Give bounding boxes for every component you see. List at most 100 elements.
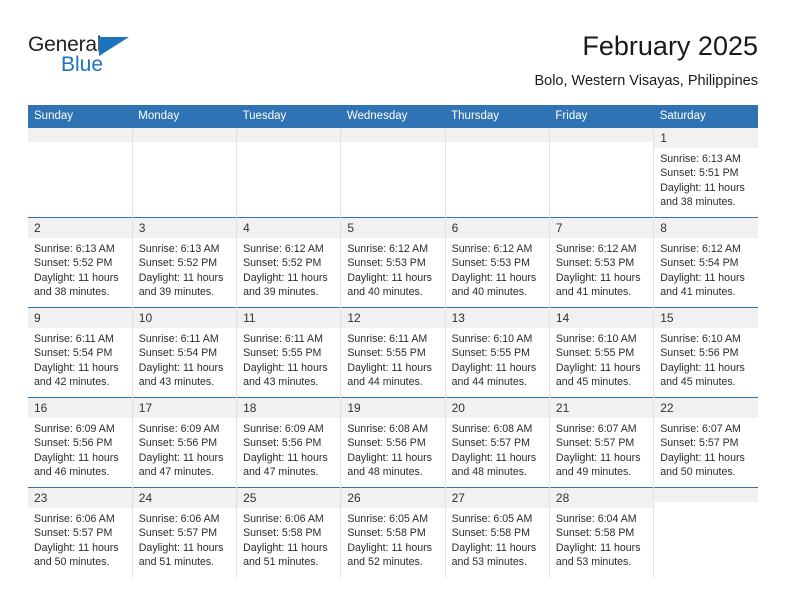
sunset-text: Sunset: 5:57 PM (451, 437, 530, 450)
day-details: Sunrise: 6:08 AM Sunset: 5:56 PM Daylight:… (341, 418, 444, 479)
calendar-day-cell[interactable]: 27 Sunrise: 6:05 AM Sunset: 5:58 PM Dayligh… (444, 487, 550, 578)
daylight-text-line2: and 51 minutes. (243, 555, 319, 568)
calendar-day-cell[interactable]: 14 Sunrise: 6:10 AM Sunset: 5:55 PM Dayligh… (548, 307, 654, 398)
calendar-day-cell[interactable]: 18 Sunrise: 6:09 AM Sunset: 5:56 PM Dayligh… (236, 397, 341, 488)
daylight-text-line2: and 41 minutes. (555, 285, 632, 298)
calendar-day-cell[interactable]: 4 Sunrise: 6:12 AM Sunset: 5:52 PM Daylight… (236, 217, 341, 308)
calendar-day-cell[interactable]: 16 Sunrise: 6:09 AM Sunset: 5:56 PM Dayligh… (28, 397, 133, 488)
daylight-text-line2: and 47 minutes. (138, 465, 215, 478)
calendar-day-cell[interactable]: 25 Sunrise: 6:06 AM Sunset: 5:58 PM Dayligh… (236, 487, 341, 578)
sunrise-text: Sunrise: 6:11 AM (347, 333, 428, 345)
sunrise-text: Sunrise: 6:08 AM (347, 423, 429, 435)
calendar-day-cell[interactable]: 13 Sunrise: 6:10 AM Sunset: 5:55 PM Dayligh… (444, 307, 550, 398)
daylight-text-line2: and 48 minutes. (451, 465, 528, 478)
calendar-day-cell[interactable]: 8 Sunrise: 6:12 AM Sunset: 5:54 PM Daylight… (653, 217, 758, 308)
day-details: Sunrise: 6:10 AM Sunset: 5:56 PM Daylight:… (654, 328, 758, 389)
sunset-text: Sunset: 5:53 PM (347, 257, 426, 270)
calendar-week-row: 23 Sunrise: 6:06 AM Sunset: 5:57 PM Dayligh… (28, 487, 758, 578)
day-number: 23 (28, 488, 132, 508)
daylight-text-line2: and 44 minutes. (451, 375, 528, 388)
sunrise-text: Sunrise: 6:06 AM (138, 513, 220, 525)
day-details: Sunrise: 6:06 AM Sunset: 5:57 PM Daylight:… (28, 508, 132, 569)
calendar-day-cell[interactable]: 23 Sunrise: 6:06 AM Sunset: 5:57 PM Dayligh… (28, 487, 133, 578)
daylight-text-line2: and 40 minutes. (451, 285, 528, 298)
calendar-day-cell[interactable]: 20 Sunrise: 6:08 AM Sunset: 5:57 PM Dayligh… (444, 397, 550, 488)
daylight-text-line1: Daylight: 11 hours (243, 451, 328, 464)
calendar-day-cell[interactable]: 12 Sunrise: 6:11 AM Sunset: 5:55 PM Dayligh… (340, 307, 446, 398)
day-number: 25 (237, 488, 341, 508)
calendar-day-cell[interactable]: 17 Sunrise: 6:09 AM Sunset: 5:56 PM Dayligh… (131, 397, 237, 488)
calendar-day-cell[interactable]: 2 Sunrise: 6:13 AM Sunset: 5:52 PM Daylight… (28, 217, 133, 308)
sunrise-text: Sunrise: 6:10 AM (451, 333, 533, 345)
daylight-text-line1: Daylight: 11 hours (34, 451, 119, 464)
calendar-day-cell-empty (340, 127, 446, 218)
day-details: Sunrise: 6:13 AM Sunset: 5:51 PM Daylight:… (654, 148, 758, 209)
day-number: 14 (549, 308, 654, 328)
sunrise-text: Sunrise: 6:13 AM (138, 243, 220, 255)
sunset-text: Sunset: 5:57 PM (138, 527, 218, 540)
calendar-week-row: 9 Sunrise: 6:11 AM Sunset: 5:54 PM Daylight… (28, 307, 758, 398)
day-number: 11 (237, 308, 341, 328)
calendar-day-cell[interactable]: 22 Sunrise: 6:07 AM Sunset: 5:57 PM Dayligh… (653, 397, 758, 488)
sunset-text: Sunset: 5:57 PM (555, 437, 635, 450)
calendar-day-cell[interactable]: 10 Sunrise: 6:11 AM Sunset: 5:54 PM Dayligh… (131, 307, 237, 398)
day-number: 21 (549, 398, 654, 418)
calendar-day-cell[interactable]: 9 Sunrise: 6:11 AM Sunset: 5:54 PM Daylight… (28, 307, 133, 398)
sunrise-text: Sunrise: 6:10 AM (555, 333, 637, 345)
day-number: 22 (654, 398, 758, 418)
sunrise-text: Sunrise: 6:09 AM (243, 423, 324, 435)
calendar-day-cell-empty (653, 487, 758, 578)
calendar-day-cell-empty (131, 127, 237, 218)
calendar-day-cell[interactable]: 6 Sunrise: 6:12 AM Sunset: 5:53 PM Daylight… (444, 217, 550, 308)
calendar-day-cell[interactable]: 15 Sunrise: 6:10 AM Sunset: 5:56 PM Dayligh… (653, 307, 758, 398)
day-details: Sunrise: 6:11 AM Sunset: 5:54 PM Daylight:… (133, 328, 236, 389)
daylight-text-line1: Daylight: 11 hours (347, 541, 432, 554)
weekday-header-wednesday: Wednesday (340, 105, 446, 128)
day-details: Sunrise: 6:07 AM Sunset: 5:57 PM Daylight:… (654, 418, 758, 479)
daylight-text-line2: and 47 minutes. (243, 465, 319, 478)
calendar-day-cell[interactable]: 24 Sunrise: 6:06 AM Sunset: 5:57 PM Dayligh… (131, 487, 237, 578)
sunset-text: Sunset: 5:56 PM (34, 437, 113, 450)
sunset-text: Sunset: 5:55 PM (243, 347, 322, 360)
daylight-text-line1: Daylight: 11 hours (555, 541, 641, 554)
page-header: General Blue February 2025 Bolo, Western… (28, 30, 758, 98)
daylight-text-line1: Daylight: 11 hours (660, 451, 745, 464)
day-details: Sunrise: 6:09 AM Sunset: 5:56 PM Daylight:… (28, 418, 132, 479)
sunset-text: Sunset: 5:52 PM (34, 257, 113, 270)
daylight-text-line1: Daylight: 11 hours (243, 271, 328, 284)
day-number: 19 (341, 398, 445, 418)
daylight-text-line1: Daylight: 11 hours (555, 361, 641, 374)
calendar-day-cell[interactable]: 19 Sunrise: 6:08 AM Sunset: 5:56 PM Dayligh… (340, 397, 446, 488)
calendar-day-cell[interactable]: 28 Sunrise: 6:04 AM Sunset: 5:58 PM Dayligh… (548, 487, 654, 578)
calendar-day-cell[interactable]: 26 Sunrise: 6:05 AM Sunset: 5:58 PM Dayligh… (340, 487, 446, 578)
calendar-day-cell[interactable]: 21 Sunrise: 6:07 AM Sunset: 5:57 PM Dayligh… (548, 397, 654, 488)
calendar-day-cell[interactable]: 7 Sunrise: 6:12 AM Sunset: 5:53 PM Daylight… (548, 217, 654, 308)
sunrise-text: Sunrise: 6:13 AM (34, 243, 115, 255)
day-number: 6 (445, 218, 549, 238)
page-subtitle: Bolo, Western Visayas, Philippines (534, 73, 758, 89)
day-details: Sunrise: 6:08 AM Sunset: 5:57 PM Daylight:… (446, 418, 549, 479)
sunset-text: Sunset: 5:53 PM (555, 257, 635, 270)
calendar-day-cell[interactable]: 1 Sunrise: 6:13 AM Sunset: 5:51 PM Daylight… (653, 127, 758, 218)
sunrise-text: Sunrise: 6:05 AM (347, 513, 429, 525)
day-number (549, 128, 654, 142)
calendar-day-cell[interactable]: 3 Sunrise: 6:13 AM Sunset: 5:52 PM Daylight… (131, 217, 237, 308)
day-number: 16 (28, 398, 132, 418)
calendar-week-row: 2 Sunrise: 6:13 AM Sunset: 5:52 PM Daylight… (28, 217, 758, 308)
daylight-text-line1: Daylight: 11 hours (660, 361, 745, 374)
sunset-text: Sunset: 5:55 PM (451, 347, 530, 360)
day-details: Sunrise: 6:09 AM Sunset: 5:56 PM Daylight:… (133, 418, 236, 479)
day-number: 9 (28, 308, 132, 328)
daylight-text-line2: and 43 minutes. (243, 375, 319, 388)
sunrise-text: Sunrise: 6:06 AM (34, 513, 115, 525)
sunset-text: Sunset: 5:51 PM (660, 167, 739, 180)
sunrise-text: Sunrise: 6:07 AM (660, 423, 741, 435)
day-details: Sunrise: 6:12 AM Sunset: 5:53 PM Daylight:… (550, 238, 653, 299)
daylight-text-line2: and 53 minutes. (555, 555, 632, 568)
sunset-text: Sunset: 5:55 PM (347, 347, 426, 360)
daylight-text-line1: Daylight: 11 hours (243, 541, 328, 554)
calendar-day-cell[interactable]: 5 Sunrise: 6:12 AM Sunset: 5:53 PM Daylight… (340, 217, 446, 308)
calendar-day-cell[interactable]: 11 Sunrise: 6:11 AM Sunset: 5:55 PM Dayligh… (236, 307, 341, 398)
daylight-text-line1: Daylight: 11 hours (347, 451, 432, 464)
day-details: Sunrise: 6:11 AM Sunset: 5:55 PM Daylight:… (237, 328, 340, 389)
